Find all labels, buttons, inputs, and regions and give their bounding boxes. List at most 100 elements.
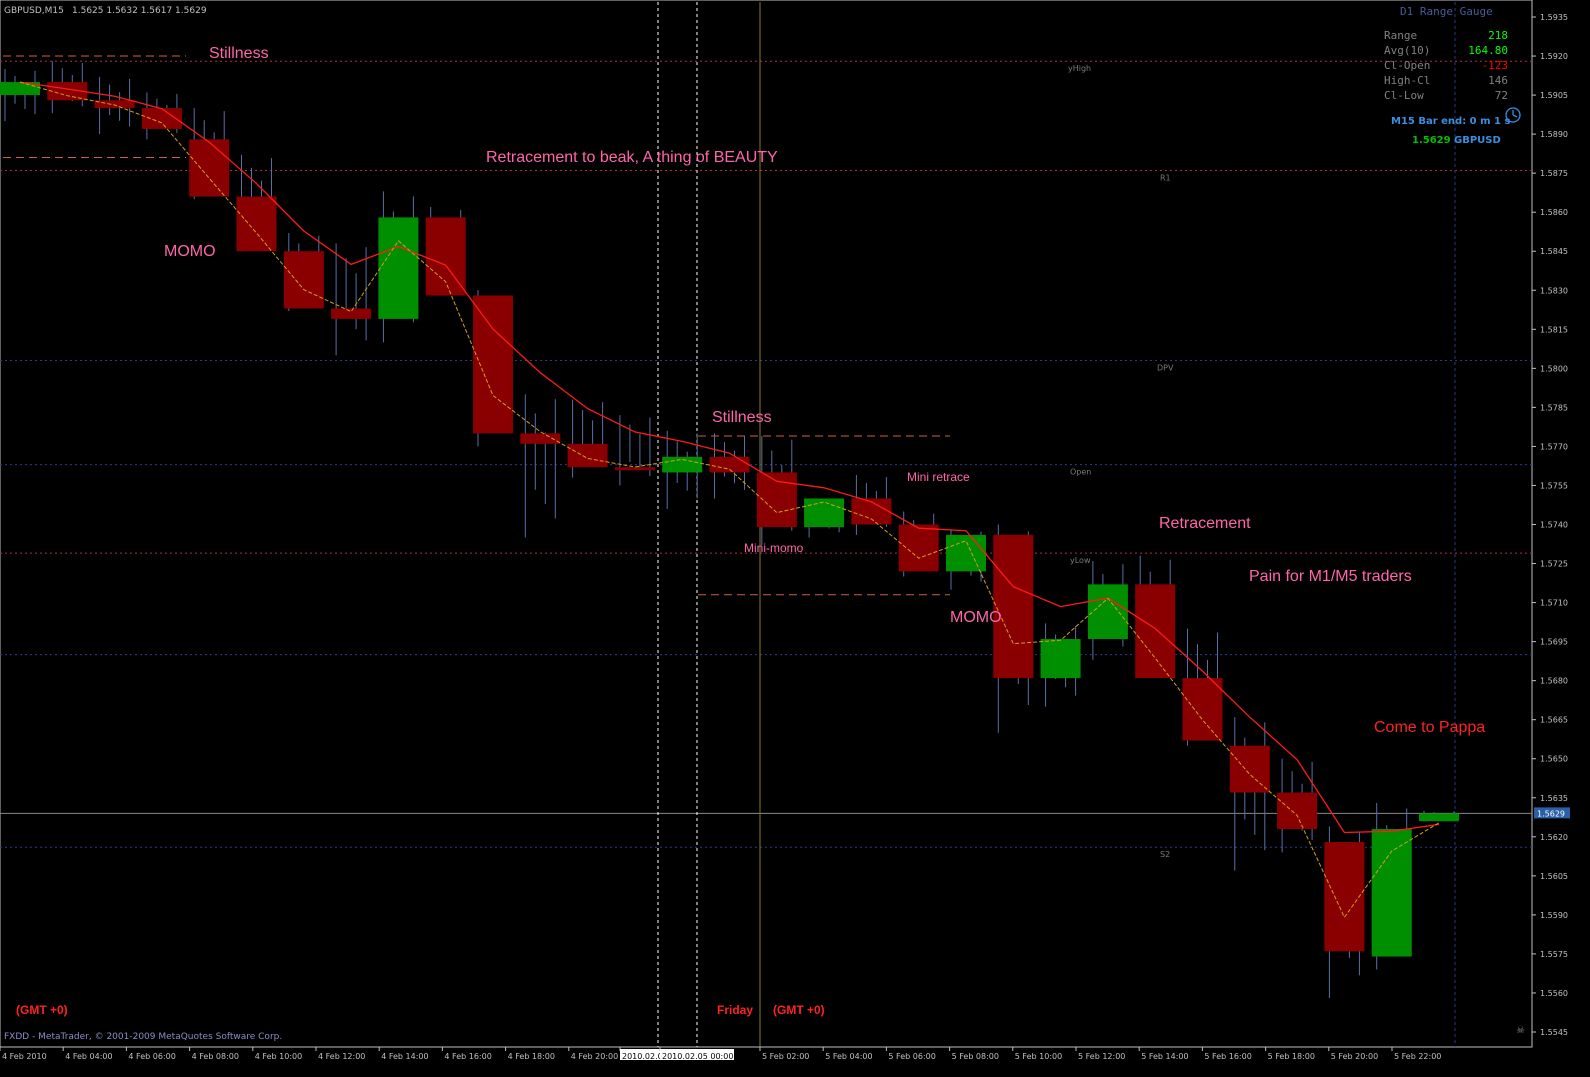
copyright-text: FXDD - MetaTrader, © 2001-2009 MetaQuote… (4, 1032, 282, 1042)
bear-candle (709, 456, 750, 473)
annotation-mini-retrace: Mini retrace (907, 470, 970, 484)
y-tick-label: 1.5935 (1540, 13, 1568, 22)
x-tick-label: 2010.02.0 (622, 1052, 663, 1061)
y-tick-label: 1.5860 (1540, 208, 1568, 217)
annotation-stillness-top: Stillness (209, 45, 269, 62)
bull-candle (1087, 584, 1128, 640)
ohlc-text: 1.5625 1.5632 1.5617 1.5629 (72, 6, 207, 16)
price-chart[interactable]: yHighR1DPVOpenyLowS1S2 1.59351.59201.590… (0, 0, 1590, 1077)
annotation-friday: Friday (717, 1003, 753, 1017)
x-tick-label: 4 Feb 14:00 (381, 1052, 428, 1061)
y-tick-label: 1.5560 (1540, 989, 1568, 998)
current-price-label: 1.5629 (1537, 809, 1565, 818)
x-tick-label: 5 Feb 20:00 (1331, 1052, 1378, 1061)
y-tick-label: 1.5800 (1540, 364, 1568, 373)
annotation-retracement-beauty: Retracement to beak, A thing of BEAUTY (486, 149, 778, 166)
pivot-label: yHigh (1068, 64, 1091, 73)
y-tick-label: 1.5785 (1540, 403, 1568, 412)
x-tick-label: 4 Feb 08:00 (192, 1052, 239, 1061)
pivot-label: R1 (1160, 174, 1171, 183)
skull-icon: ☠ (1516, 1025, 1525, 1036)
gauge-clopen-label: Cl-Open (1384, 59, 1430, 72)
bear-candle (1324, 842, 1365, 952)
x-tick-label: 5 Feb 18:00 (1268, 1052, 1315, 1061)
gauge-title: D1 Range Gauge (1400, 5, 1493, 18)
gauge-highcl-value: 146 (1488, 74, 1508, 87)
price-axis: 1.5935 1.5920 1.5905 1.5890 1.5875 1.5860 1.58… (1532, 13, 1570, 1037)
bear-candle (1277, 792, 1318, 829)
bear-candle (1135, 584, 1176, 679)
annotation-come-to-pappa: Come to Pappa (1374, 719, 1485, 736)
x-tick-label: 5 Feb 02:00 (762, 1052, 809, 1061)
gauge-cllow-label: Cl-Low (1384, 89, 1424, 102)
pivot-label: S2 (1160, 850, 1170, 859)
bear-candle (567, 443, 608, 468)
y-tick-label: 1.5920 (1540, 52, 1568, 61)
y-tick-label: 1.5815 (1540, 325, 1568, 334)
gauge-range-label: Range (1384, 29, 1417, 42)
pivot-label: yLow (1070, 556, 1091, 565)
gauge-highcl-label: High-Cl (1384, 74, 1430, 87)
x-tick-label: 4 Feb 16:00 (444, 1052, 491, 1061)
bear-candle (520, 433, 561, 444)
bear-candle (94, 100, 135, 109)
x-tick-label: 2010.02.05 00:00 (662, 1052, 733, 1061)
y-tick-label: 1.5695 (1540, 638, 1568, 647)
gauge-range-value: 218 (1488, 29, 1508, 42)
annotation-gmt-mid: (GMT +0) (773, 1003, 825, 1017)
annotation-momo-right: MOMO (950, 609, 1002, 626)
y-tick-label: 1.5725 (1540, 560, 1568, 569)
y-tick-label: 1.5740 (1540, 521, 1568, 530)
x-tick-label: 4 Feb 12:00 (318, 1052, 365, 1061)
x-tick-label: 4 Feb 20:00 (571, 1052, 618, 1061)
bull-candle (1371, 829, 1412, 957)
x-tick-label: 5 Feb 16:00 (1204, 1052, 1251, 1061)
bull-candle (662, 456, 703, 473)
bear-candle (331, 308, 372, 319)
x-tick-label: 5 Feb 10:00 (1015, 1052, 1062, 1061)
y-tick-label: 1.5905 (1540, 91, 1568, 100)
y-tick-label: 1.5755 (1540, 481, 1568, 490)
pivot-label: Open (1070, 468, 1091, 477)
y-tick-label: 1.5650 (1540, 755, 1568, 764)
x-tick-label: 5 Feb 08:00 (952, 1052, 999, 1061)
bull-candle (946, 534, 986, 572)
pivot-label: DPV (1157, 364, 1174, 373)
x-tick-label: 5 Feb 04:00 (825, 1052, 872, 1061)
bear-candle (283, 251, 324, 309)
x-tick-label: 5 Feb 14:00 (1141, 1052, 1188, 1061)
time-axis: 4 Feb 2010 4 Feb 04:00 4 Feb 06:00 4 Feb 08… (0, 1047, 1441, 1061)
annotation-retracement: Retracement (1159, 515, 1251, 532)
y-tick-label: 1.5710 (1540, 599, 1568, 608)
bull-candle (804, 498, 845, 528)
x-tick-label: 5 Feb 22:00 (1394, 1052, 1441, 1061)
bear-candle (1229, 745, 1270, 793)
y-tick-label: 1.5605 (1540, 872, 1568, 881)
x-tick-label: 5 Feb 12:00 (1078, 1052, 1125, 1061)
bear-candle (898, 524, 939, 572)
gauge-clopen-value: -123 (1482, 59, 1509, 72)
gauge-avg-label: Avg(10) (1384, 44, 1430, 57)
bear-candle (993, 534, 1034, 679)
annotation-stillness-mid: Stillness (712, 409, 772, 426)
gauge-avg-value: 164.80 (1468, 44, 1508, 57)
annotation-momo-left: MOMO (164, 243, 216, 260)
bear-candle (614, 467, 655, 471)
x-tick-label: 4 Feb 04:00 (65, 1052, 112, 1061)
bull-candle (378, 217, 419, 319)
bull-candle (1040, 639, 1081, 679)
bear-candle (189, 139, 230, 197)
annotation-pain: Pain for M1/M5 traders (1249, 568, 1412, 585)
bear-candle (1182, 678, 1223, 741)
y-tick-label: 1.5680 (1540, 677, 1568, 686)
y-tick-label: 1.5620 (1540, 833, 1568, 842)
symbol-label: GBPUSD,M15 (4, 6, 64, 16)
y-tick-label: 1.5890 (1540, 130, 1568, 139)
y-tick-label: 1.5665 (1540, 716, 1568, 725)
gauge-price: 1.5629 (1412, 135, 1451, 146)
x-tick-label: 4 Feb 18:00 (508, 1052, 555, 1061)
annotation-mini-momo: Mini-momo (744, 541, 804, 555)
x-tick-label: 4 Feb 10:00 (255, 1052, 302, 1061)
bear-candle (236, 196, 277, 252)
gauge-cllow-value: 72 (1495, 89, 1508, 102)
